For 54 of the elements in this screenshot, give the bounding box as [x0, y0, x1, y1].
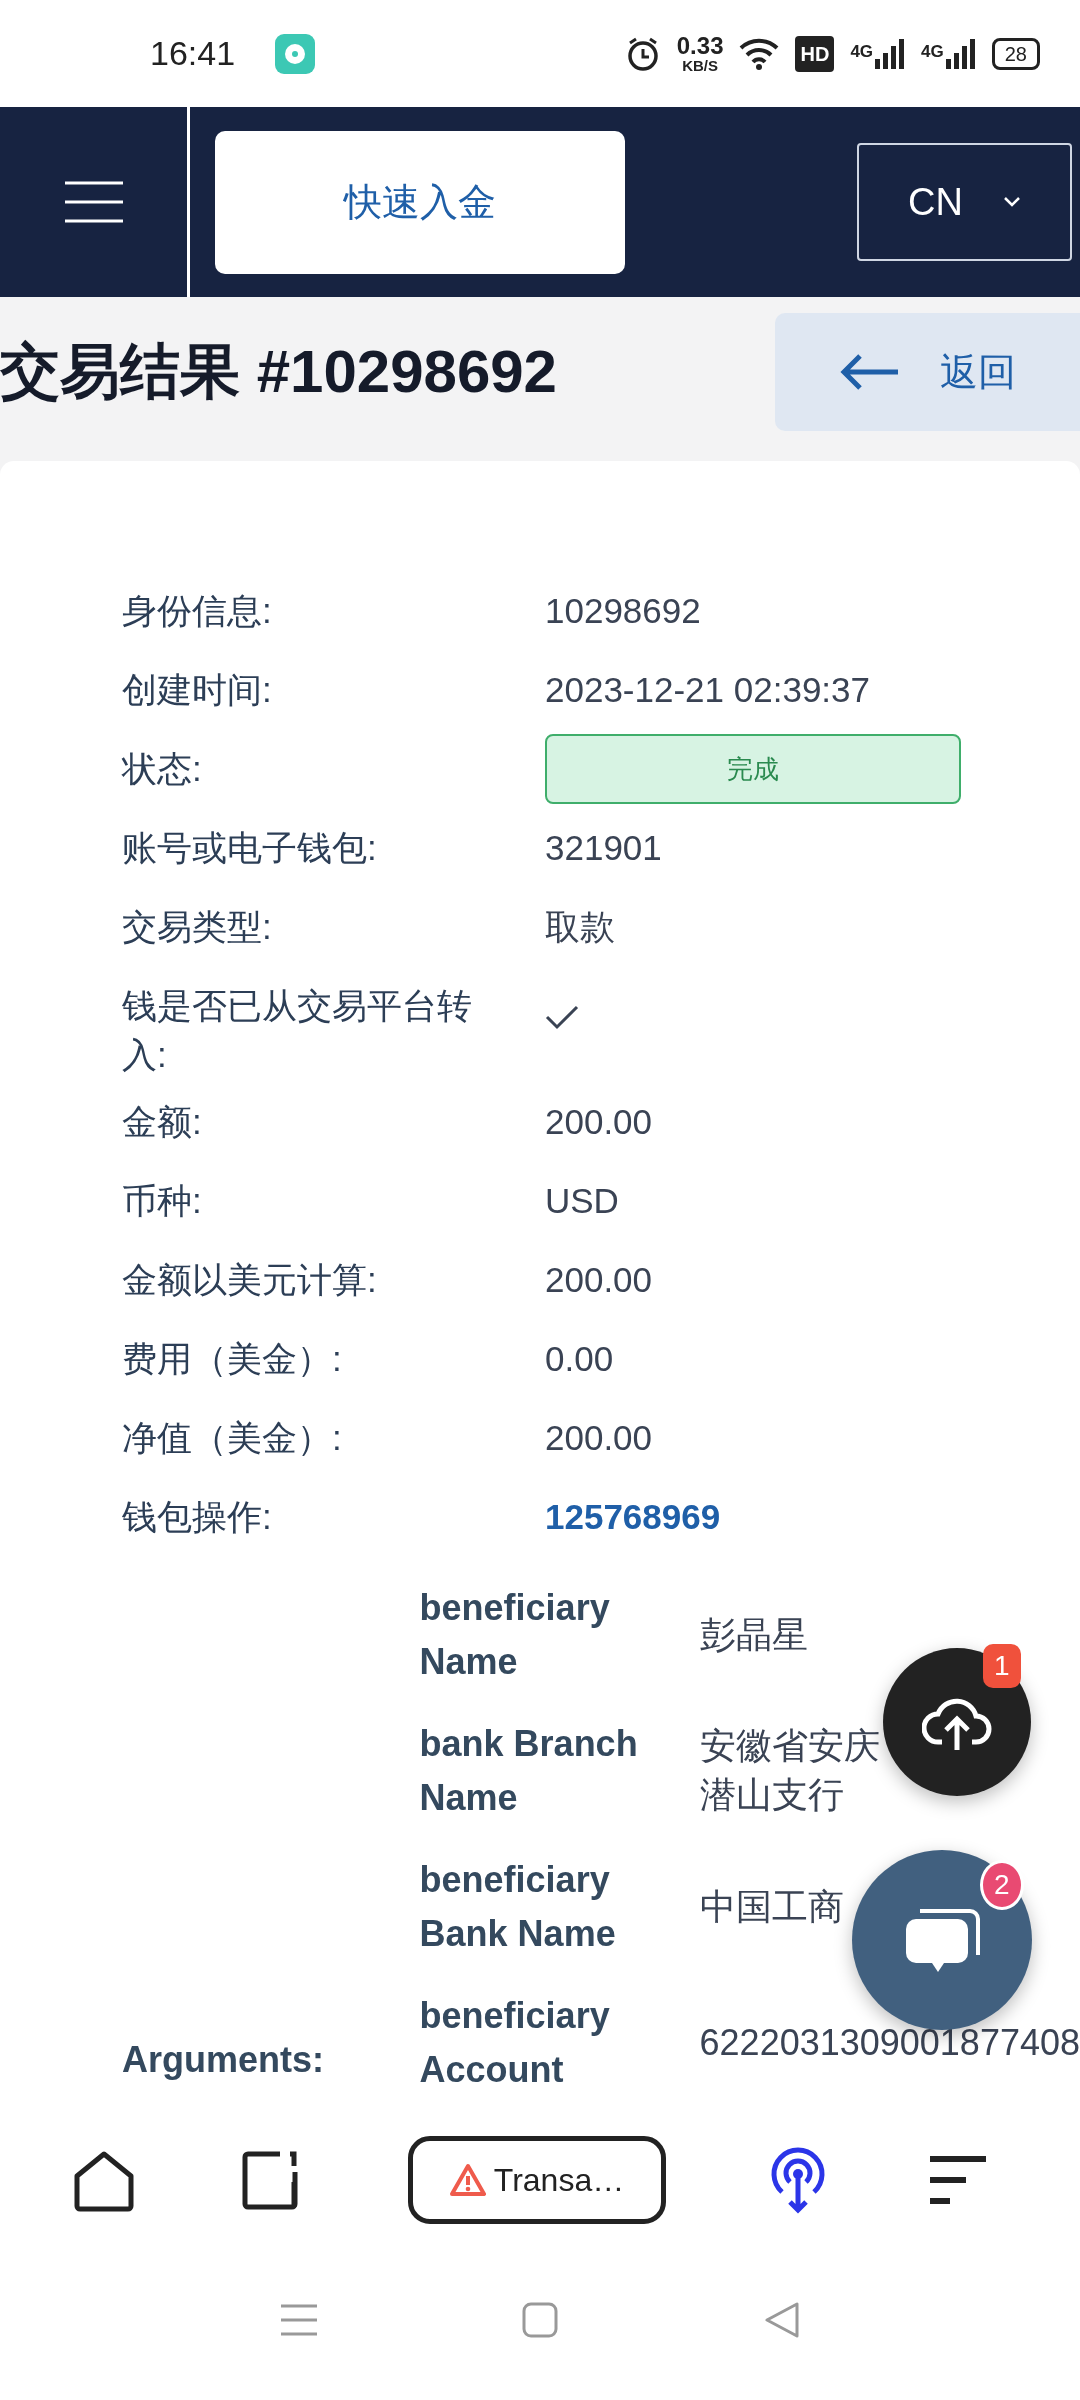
field-label: 金额: [122, 1101, 203, 1143]
field-label: 金额以美元计算: [122, 1259, 378, 1301]
field-label: 交易类型: [122, 906, 273, 948]
field-label: 净值（美金）: [122, 1417, 343, 1459]
field-label: 创建时间: [122, 669, 273, 711]
field-value: 2023-12-21 02:39:37 [545, 669, 870, 711]
back-icon[interactable] [763, 2302, 799, 2338]
menu-icon[interactable] [930, 2155, 986, 2205]
battery-level: 28 [991, 37, 1040, 70]
argument-value: 中国工商 [699, 1884, 845, 1929]
wallet-link[interactable]: 125768969 [545, 1497, 721, 1536]
arguments-label: Arguments: [122, 2038, 325, 2082]
field-label: 币种: [122, 1180, 203, 1222]
warning-icon [449, 2163, 486, 2197]
status-badge: 完成 [545, 734, 961, 804]
back-button[interactable]: 返回 [775, 313, 1080, 431]
signal-icon [945, 38, 976, 69]
quick-deposit-button[interactable]: 快速入金 [215, 130, 625, 274]
field-label: 钱是否已从交易平台转入: [122, 985, 473, 1076]
field-value: 取款 [545, 906, 615, 948]
argument-key: bank Branch Name [419, 1717, 700, 1825]
argument-value: 彭晶星 [699, 1612, 808, 1657]
arrow-left-icon [839, 354, 900, 390]
argument-value: 安徽省安庆潜山支行 [699, 1724, 881, 1817]
speed-unit: KB/S [681, 58, 720, 73]
network-type: 4G [921, 40, 944, 63]
clock-time: 16:41 [150, 33, 236, 74]
field-value: USD [545, 1180, 619, 1222]
wifi-icon [739, 37, 780, 70]
field-value: 0.00 [545, 1338, 614, 1380]
recents-icon[interactable] [281, 2303, 317, 2337]
field-value: 200.00 [545, 1417, 653, 1459]
language-dropdown[interactable]: CN [857, 143, 1072, 261]
field-label: 费用（美金）: [122, 1338, 343, 1380]
field-value: 321901 [545, 827, 662, 869]
field-value: 200.00 [545, 1101, 653, 1143]
field-label: 钱包操作: [122, 1496, 273, 1538]
field-value: 200.00 [545, 1259, 653, 1301]
hd-indicator: HD [795, 35, 835, 72]
field-label: 身份信息: [122, 590, 273, 632]
field-label: 账号或电子钱包: [122, 827, 378, 869]
argument-key: beneficiary Bank Name [419, 1853, 700, 1961]
network-speed: 0.33 [676, 34, 724, 58]
current-tab-button[interactable]: Transa… [408, 2136, 666, 2224]
notification-count: 2 [980, 1860, 1024, 1910]
signal-icon [875, 38, 906, 69]
argument-key: beneficiary Account [419, 1989, 700, 2097]
caret-icon [1002, 196, 1021, 208]
argument-key: beneficiary Name [419, 1581, 700, 1689]
app-icon [275, 33, 316, 74]
network-type: 4G [850, 40, 874, 63]
notification-count: 1 [983, 1644, 1021, 1688]
field-value: 10298692 [545, 590, 701, 632]
field-label: 状态: [122, 748, 203, 790]
